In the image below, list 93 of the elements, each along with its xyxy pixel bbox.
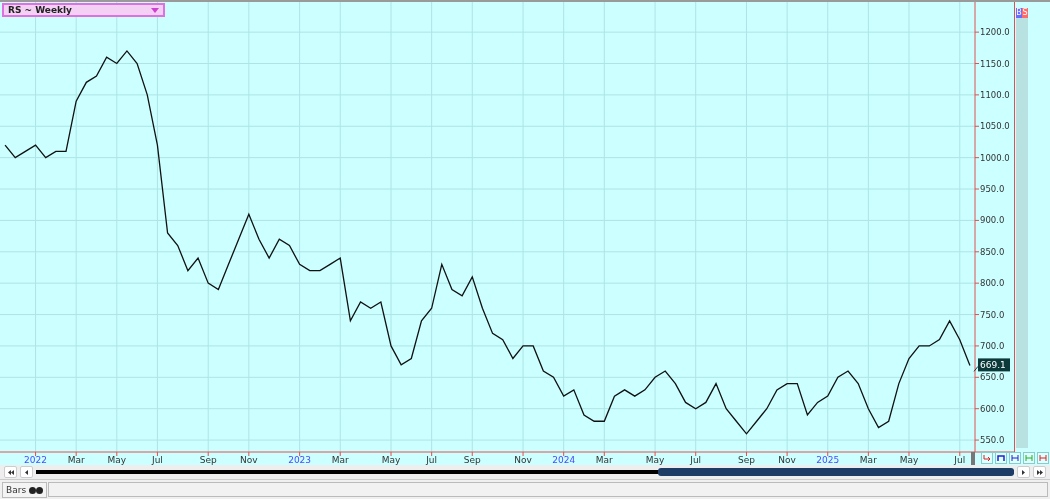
y-tick-label: 1200.0: [980, 27, 1010, 38]
x-tick-label: Mar: [595, 455, 614, 465]
x-axis-tick: Sep: [199, 451, 217, 465]
y-axis-tick: 650.0: [974, 372, 1005, 383]
x-tick-label: Sep: [463, 455, 482, 465]
x-axis-tick: Mar: [595, 451, 613, 465]
x-tick-label: 2022: [24, 455, 47, 465]
scroll-right-button[interactable]: [1017, 466, 1030, 478]
x-tick-label: Jul: [425, 455, 438, 465]
x-tick-label: 2025: [816, 455, 840, 465]
tool-button[interactable]: [981, 452, 993, 464]
double-left-icon: [7, 469, 14, 475]
y-tick-label: 550.0: [980, 435, 1005, 446]
y-tick-label: 1100.0: [980, 89, 1010, 100]
x-axis-tick: Sep: [738, 451, 755, 465]
y-tick-label: 700.0: [980, 340, 1005, 351]
y-tick-label: 900.0: [980, 215, 1005, 226]
tool-button[interactable]: [1009, 452, 1021, 464]
scroll-end-button[interactable]: [1033, 466, 1046, 478]
x-axis-tick: Mar: [67, 451, 85, 465]
x-tick-label: Sep: [199, 455, 217, 465]
x-axis-tick: Jul: [954, 451, 966, 465]
x-tick-label: Mar: [859, 455, 878, 465]
y-axis-tick: 550.0: [974, 435, 1005, 446]
price-label: 669.1: [973, 358, 1010, 372]
x-axis-tick: Nov: [514, 451, 532, 465]
chart-title: RS ~ Weekly: [8, 5, 72, 15]
x-tick-label: Mar: [331, 455, 350, 465]
y-tick-label: 850.0: [980, 246, 1005, 257]
x-axis-tick: Nov: [778, 451, 796, 465]
x-tick-label: 2024: [552, 455, 576, 465]
y-axis-tick: 850.0: [974, 246, 1005, 257]
x-tick-label: Nov: [778, 455, 797, 465]
x-axis-tick: 2022: [24, 451, 47, 465]
scroll-end-marker: [971, 452, 975, 465]
scroll-thumb[interactable]: [658, 468, 1014, 476]
x-axis-tick: 2024: [552, 451, 576, 465]
x-tick-label: May: [899, 455, 919, 465]
y-tick-label: 1150.0: [980, 58, 1010, 69]
x-tick-label: Jul: [953, 455, 966, 465]
y-axis-tick: 600.0: [974, 403, 1005, 414]
x-axis-tick: Mar: [859, 451, 877, 465]
scroll-start-button[interactable]: [4, 466, 17, 478]
y-tick-label: 800.0: [980, 278, 1005, 289]
y-axis-tick: 750.0: [974, 309, 1005, 320]
y-tick-label: 1050.0: [980, 121, 1010, 132]
y-axis-tick: 1050.0: [974, 121, 1010, 132]
x-tick-label: Sep: [738, 455, 756, 465]
tool-button[interactable]: [995, 452, 1007, 464]
x-axis-tick: May: [899, 451, 919, 465]
scroll-left-button[interactable]: [20, 466, 33, 478]
x-tick-label: 2023: [288, 455, 312, 465]
x-axis-tick: May: [381, 451, 401, 465]
x-axis-tick: 2025: [816, 451, 840, 465]
toggle-icon: [29, 486, 44, 494]
x-axis-tick: Mar: [331, 451, 349, 465]
y-tick-label: 600.0: [980, 403, 1005, 414]
bars-tab[interactable]: Bars: [2, 482, 48, 498]
chart-selector[interactable]: RS ~ Weekly: [2, 3, 165, 17]
dropdown-arrow-icon: [151, 7, 159, 13]
double-right-icon: [1036, 469, 1043, 475]
y-axis-tick: 1000.0: [974, 152, 1010, 163]
y-axis-tick: 1200.0: [974, 27, 1010, 38]
left-icon: [25, 469, 28, 475]
y-tick-label: 650.0: [980, 372, 1005, 383]
x-tick-label: May: [381, 455, 401, 465]
y-tick-label: 1000.0: [980, 152, 1010, 163]
x-tick-label: Nov: [240, 455, 259, 465]
y-axis-tick: 900.0: [974, 215, 1005, 226]
y-axis-tick: 800.0: [974, 278, 1005, 289]
x-axis-tick: May: [107, 451, 127, 465]
x-tick-label: Jul: [689, 455, 702, 465]
right-icon: [1022, 469, 1025, 475]
x-axis-tick: Jul: [690, 451, 702, 465]
scroll-track[interactable]: [36, 470, 1014, 474]
x-tick-label: Nov: [514, 455, 533, 465]
x-axis-tick: Jul: [152, 451, 163, 465]
y-tick-label: 950.0: [980, 184, 1005, 195]
x-axis-tick: Sep: [463, 451, 481, 465]
x-axis-tick: 2023: [288, 451, 312, 465]
x-axis-tick: Nov: [240, 451, 258, 465]
y-axis-tick: 1150.0: [974, 58, 1010, 69]
x-axis-tick: May: [645, 451, 665, 465]
y-axis-tick: 1100.0: [974, 89, 1010, 100]
y-tick-label: 750.0: [980, 309, 1005, 320]
x-tick-label: May: [645, 455, 666, 465]
x-axis-tick: Jul: [426, 451, 438, 465]
side-button[interactable]: B: [1016, 8, 1022, 18]
y-axis-tick: 950.0: [974, 184, 1005, 195]
x-tick-label: Jul: [150, 455, 163, 465]
x-tick-label: Mar: [67, 455, 85, 465]
y-axis-tick: 700.0: [974, 340, 1005, 351]
x-tick-label: May: [107, 455, 127, 465]
